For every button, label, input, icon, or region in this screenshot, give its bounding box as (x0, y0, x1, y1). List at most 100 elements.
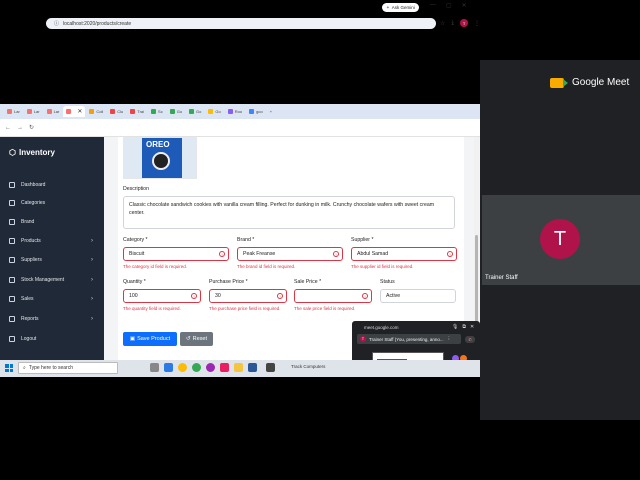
hangup-icon[interactable]: ✆ (465, 336, 475, 343)
supplier-value: Abdul Samad (357, 251, 389, 257)
reset-button[interactable]: ↺ Reset (180, 332, 213, 346)
sidebar-item-label: Stock Management (21, 277, 65, 283)
error-icon: ! (219, 251, 225, 257)
sidebar-item-label: Reports (21, 316, 39, 322)
reload-icon[interactable]: ↻ (29, 124, 34, 131)
terminal-icon[interactable] (266, 363, 275, 372)
sidebar-item-categories[interactable]: Categories (9, 200, 101, 206)
status-select[interactable]: Active (380, 289, 456, 303)
sidebar-item-logout[interactable]: Logout (9, 336, 101, 342)
address-bar[interactable]: ⓘ localhost:2020/products/create (46, 18, 436, 29)
popout-icon[interactable]: ⧉ (462, 324, 466, 330)
browser-tab[interactable]: goo (246, 106, 266, 117)
error-icon: ! (333, 251, 339, 257)
tab-label: Go (215, 109, 221, 114)
sidebar-item-suppliers[interactable]: Suppliers › (9, 257, 101, 263)
browser-tab[interactable]: Sc (148, 106, 166, 117)
browser-tab[interactable]: Go (205, 106, 223, 117)
sidebar-item-dashboard[interactable]: Dashboard (9, 182, 101, 188)
app-icon[interactable] (220, 363, 229, 372)
status-label: Status (380, 279, 395, 285)
sidebar-item-stock-management[interactable]: Stock Management › (9, 277, 101, 283)
sidebar-item-sales[interactable]: Sales › (9, 296, 101, 302)
task-view-icon[interactable] (150, 363, 159, 372)
browser-tab[interactable]: Lar (24, 106, 43, 117)
close-window-icon[interactable]: ✕ (462, 2, 467, 9)
brand-select[interactable]: Peak Freanse ! (237, 247, 343, 261)
toolbar-right: ☆ ⤓ T ⋮ (440, 19, 480, 27)
chrome-profile-2-icon[interactable] (206, 363, 215, 372)
browser-tab[interactable]: Lar (44, 106, 63, 117)
browser-tab[interactable]: Coll (86, 106, 106, 117)
download-icon[interactable]: ⤓ (451, 20, 454, 27)
popup-close-icon[interactable]: ✕ (470, 324, 474, 330)
chevron-right-icon: › (91, 238, 93, 244)
sidebar-item-brand[interactable]: Brand (9, 219, 101, 225)
sidebar-item-label: Sales (21, 296, 34, 302)
tab-favicon-icon (208, 109, 214, 114)
presenting-bar[interactable]: T Trainer Staff (You, presenting, anno..… (357, 334, 461, 344)
new-tab-icon[interactable]: + (267, 106, 275, 117)
description-textarea[interactable]: Classic chocolate sandwich cookies with … (123, 196, 455, 229)
window-controls: — ▢ ✕ (430, 2, 467, 9)
sale-price-input[interactable]: ! (294, 289, 372, 303)
taskbar-search[interactable]: ⌕ Type here to search (18, 362, 118, 374)
sidebar-item-products[interactable]: Products › (9, 238, 101, 244)
supplier-error: The supplier id field is required. (351, 264, 414, 269)
vscode-icon[interactable] (248, 363, 257, 372)
category-error: The category id field is required. (123, 264, 188, 269)
tab-favicon-icon (169, 109, 175, 114)
more-options-icon[interactable]: ⋮ (447, 336, 452, 342)
scrollbar-thumb[interactable] (475, 235, 478, 325)
edge-icon[interactable] (164, 363, 173, 372)
maximize-icon[interactable]: ▢ (446, 2, 452, 9)
tab-favicon-icon (66, 109, 72, 114)
tab-label: Lar (14, 109, 20, 114)
screen: Google Meet T Trainer Staff Lar Lar Lar ✕ Co… (0, 0, 640, 480)
taskbar-news[interactable]: Track Computers (291, 364, 325, 369)
browser-tab[interactable]: Go (186, 106, 204, 117)
tab-close-icon[interactable]: ✕ (77, 108, 82, 115)
app-brand[interactable]: ⬡ Inventory (9, 148, 55, 157)
browser-tab[interactable]: Go (167, 106, 185, 117)
file-explorer-icon[interactable] (234, 363, 243, 372)
chevron-right-icon: › (91, 316, 93, 322)
quantity-input[interactable]: 100 ! (123, 289, 201, 303)
presenting-text: Trainer Staff (You, presenting, anno... (369, 336, 444, 342)
site-info-icon[interactable]: ⓘ (54, 20, 59, 27)
sidebar-item-reports[interactable]: Reports › (9, 316, 101, 322)
forward-icon[interactable]: → (17, 125, 23, 131)
purchase-price-label: Purchase Price * (209, 279, 248, 285)
chrome-profile-icon[interactable] (192, 363, 201, 372)
chevron-right-icon: › (91, 296, 93, 302)
error-icon: ! (191, 293, 197, 299)
tab-label: Trai (137, 109, 145, 114)
supplier-select[interactable]: Abdul Samad ! (351, 247, 457, 261)
tab-favicon-icon (130, 109, 136, 114)
minimize-icon[interactable]: — (430, 2, 436, 9)
category-select[interactable]: Biscuit ! (123, 247, 229, 261)
tab-favicon-icon (189, 109, 195, 114)
mic-icon[interactable]: 🎙 (452, 324, 458, 330)
bookmark-star-icon[interactable]: ☆ (440, 20, 445, 27)
product-image: OREO (123, 137, 197, 179)
chrome-icon[interactable] (178, 363, 187, 372)
reset-icon: ↺ (186, 336, 191, 342)
menu-kebab-icon[interactable]: ⋮ (474, 20, 480, 27)
windows-start-icon[interactable] (5, 364, 13, 372)
browser-tab[interactable]: Trai (127, 106, 147, 117)
purchase-price-input[interactable]: 30 ! (209, 289, 287, 303)
save-product-button[interactable]: ▣ Save Product (123, 332, 177, 346)
sidebar (0, 137, 104, 360)
nav-icon (9, 316, 15, 322)
browser-tab[interactable]: Roo (225, 106, 245, 117)
back-icon[interactable]: ← (5, 125, 11, 131)
status-value: Active (386, 293, 401, 299)
presenter-avatar: T (360, 336, 366, 342)
browser-tab[interactable]: Lar (4, 106, 23, 117)
browser-tab[interactable]: ✕ (63, 106, 86, 117)
browser-tab[interactable]: Clu (107, 106, 126, 117)
quantity-error: The quantity field is required. (123, 306, 181, 311)
profile-avatar[interactable]: T (460, 19, 469, 27)
ask-gemini-button[interactable]: ✦ Ask Gemini (382, 3, 419, 12)
